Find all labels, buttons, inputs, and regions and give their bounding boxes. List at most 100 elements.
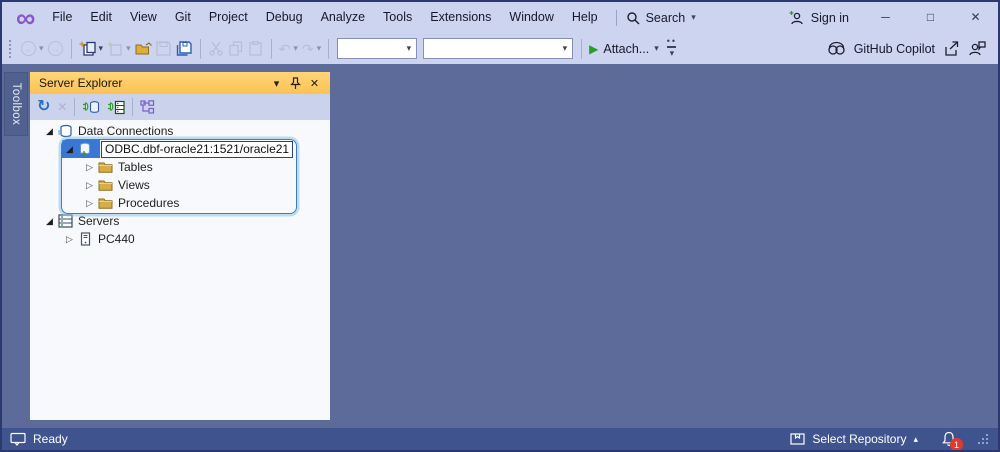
servers-icon bbox=[57, 213, 73, 229]
undo-icon: ↶ bbox=[278, 40, 291, 57]
menu-project[interactable]: Project bbox=[200, 2, 257, 33]
navigate-back-button[interactable]: ← ▾ bbox=[19, 37, 46, 61]
redo-button[interactable]: ↷ ▾ bbox=[300, 37, 323, 61]
menu-extensions[interactable]: Extensions bbox=[421, 2, 500, 33]
cut-scissors-icon bbox=[208, 41, 223, 56]
collapsed-triangle-icon[interactable]: ▷ bbox=[82, 180, 97, 191]
maximize-button[interactable]: □ bbox=[908, 2, 953, 33]
toolbox-tab[interactable]: Toolbox bbox=[4, 72, 28, 136]
menu-help[interactable]: Help bbox=[563, 2, 607, 33]
back-arrow-icon: ← bbox=[21, 41, 36, 56]
toolbar-separator bbox=[70, 38, 72, 59]
selection-highlight: ◢ bbox=[62, 140, 100, 158]
sign-in-button[interactable]: Sign in bbox=[789, 10, 849, 26]
toolbar-separator bbox=[199, 38, 201, 59]
select-repository-button[interactable]: Select Repository bbox=[812, 432, 906, 446]
open-folder-icon bbox=[135, 41, 152, 56]
collapsed-triangle-icon[interactable]: ▷ bbox=[62, 234, 77, 245]
tree-item-views[interactable]: ▷ Views bbox=[30, 176, 330, 194]
notifications-button[interactable]: 1 bbox=[941, 431, 963, 450]
tree-item-label: Views bbox=[118, 178, 150, 192]
save-icon bbox=[156, 41, 171, 56]
collapsed-triangle-icon[interactable]: ▷ bbox=[82, 162, 97, 173]
expanded-triangle-icon[interactable]: ◢ bbox=[62, 144, 77, 155]
tree-item-odbc-connection[interactable]: ◢ ODBC.dbf-oracle21:1521/oracle21 bbox=[30, 140, 330, 158]
resize-grip[interactable] bbox=[978, 434, 988, 444]
repository-caret-up-icon: ▴ bbox=[913, 433, 918, 444]
collapsed-triangle-icon[interactable]: ▷ bbox=[82, 198, 97, 209]
pin-icon[interactable] bbox=[286, 76, 305, 90]
overflow-caret-icon: ▾ bbox=[669, 47, 675, 58]
object-explorer-hierarchy-button[interactable] bbox=[140, 100, 155, 114]
menu-git[interactable]: Git bbox=[166, 2, 200, 33]
github-copilot-button[interactable]: GitHub Copilot bbox=[854, 42, 935, 56]
menu-edit[interactable]: Edit bbox=[81, 2, 121, 33]
close-button[interactable]: ✕ bbox=[953, 2, 998, 33]
tree-item-tables[interactable]: ▷ Tables bbox=[30, 158, 330, 176]
standard-toolbar: ← ▾ → ▾ ▾ ↶ ▾ ↷ ▾ ▾ ▾ ▶ Attach... ▾ •• ▾… bbox=[2, 33, 998, 64]
solution-configurations-dropdown[interactable]: ▾ bbox=[337, 38, 418, 59]
redo-caret-icon: ▾ bbox=[316, 43, 322, 53]
tree-item-procedures[interactable]: ▷ Procedures bbox=[30, 194, 330, 212]
tree-item-label: PC440 bbox=[98, 232, 135, 246]
main-content-area: Toolbox Server Explorer ▾ ✕ ↻ ✕ ◢ Data C… bbox=[2, 64, 998, 428]
github-copilot-icon bbox=[827, 41, 846, 57]
connection-name-edit-field[interactable]: ODBC.dbf-oracle21:1521/oracle21 bbox=[101, 140, 294, 158]
data-connections-icon bbox=[57, 123, 73, 139]
menu-window[interactable]: Window bbox=[500, 2, 562, 33]
paste-button[interactable] bbox=[246, 37, 266, 61]
new-project-icon bbox=[78, 40, 96, 57]
folder-icon bbox=[97, 159, 113, 175]
open-folder-button[interactable] bbox=[133, 37, 154, 61]
share-icon[interactable] bbox=[943, 40, 960, 57]
menu-debug[interactable]: Debug bbox=[257, 2, 312, 33]
copy-button[interactable] bbox=[226, 37, 246, 61]
toolbar-drag-grip[interactable] bbox=[9, 39, 13, 58]
menu-tools[interactable]: Tools bbox=[374, 2, 421, 33]
toolbar-overflow-button[interactable]: •• ▾ bbox=[667, 37, 677, 58]
tree-item-servers[interactable]: ◢ Servers bbox=[30, 212, 330, 230]
expanded-triangle-icon[interactable]: ◢ bbox=[42, 126, 57, 137]
paste-clipboard-icon bbox=[249, 41, 262, 56]
stop-refresh-button[interactable]: ✕ bbox=[57, 101, 67, 113]
forward-arrow-icon: → bbox=[48, 41, 64, 56]
combo-caret-icon: ▾ bbox=[562, 43, 568, 53]
visual-studio-window: ∞ File Edit View Git Project Debug Analy… bbox=[0, 0, 1000, 452]
feedback-bubble-icon[interactable] bbox=[10, 432, 26, 446]
expanded-triangle-icon[interactable]: ◢ bbox=[42, 216, 57, 227]
solution-platforms-dropdown[interactable]: ▾ bbox=[423, 38, 574, 59]
connect-to-server-button[interactable] bbox=[107, 100, 126, 115]
sign-in-label: Sign in bbox=[810, 10, 849, 25]
cut-button[interactable] bbox=[206, 37, 226, 61]
close-panel-icon[interactable]: ✕ bbox=[305, 77, 324, 90]
add-new-item-button[interactable]: ▾ bbox=[105, 37, 133, 61]
back-caret-icon: ▾ bbox=[39, 43, 44, 53]
menu-file[interactable]: File bbox=[43, 2, 81, 33]
menu-analyze[interactable]: Analyze bbox=[312, 2, 374, 33]
save-button[interactable] bbox=[154, 37, 174, 61]
connect-to-database-button[interactable] bbox=[82, 100, 100, 115]
undo-button[interactable]: ↶ ▾ bbox=[277, 37, 300, 61]
minimize-button[interactable]: ─ bbox=[863, 2, 908, 33]
window-position-caret-icon[interactable]: ▾ bbox=[267, 77, 286, 90]
attach-run-button[interactable]: ▶ Attach... ▾ bbox=[587, 37, 661, 61]
tree-item-data-connections[interactable]: ◢ Data Connections bbox=[30, 122, 330, 140]
folder-icon bbox=[97, 195, 113, 211]
navigate-forward-button[interactable]: → bbox=[46, 37, 66, 61]
refresh-button[interactable]: ↻ bbox=[37, 99, 50, 115]
search-control[interactable]: Search ▾ bbox=[626, 11, 696, 25]
toolbar-separator bbox=[328, 38, 330, 59]
tree-item-pc440[interactable]: ▷ PC440 bbox=[30, 230, 330, 248]
new-project-button[interactable]: ▾ bbox=[77, 37, 106, 61]
toolbar-separator bbox=[132, 98, 134, 116]
computer-icon bbox=[77, 231, 93, 247]
save-all-button[interactable] bbox=[174, 37, 195, 61]
server-explorer-title-bar[interactable]: Server Explorer ▾ ✕ bbox=[30, 72, 330, 94]
tree-item-label: Tables bbox=[118, 160, 153, 174]
save-all-icon bbox=[176, 40, 193, 57]
notification-count-badge: 1 bbox=[950, 438, 963, 450]
menu-view[interactable]: View bbox=[121, 2, 166, 33]
status-ready-label: Ready bbox=[33, 432, 68, 446]
send-feedback-icon[interactable] bbox=[968, 40, 986, 57]
search-icon bbox=[626, 11, 640, 25]
